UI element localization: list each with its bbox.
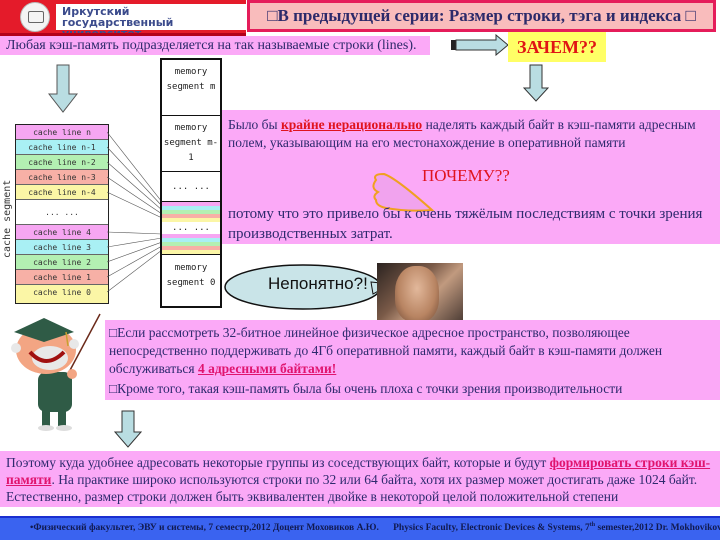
mapping-line (107, 191, 162, 219)
footer-ru: •Физический факультет, ЭВУ и системы, 7 … (30, 523, 379, 534)
memory-stripe (162, 250, 220, 254)
cache-line: cache line n-2 (16, 155, 108, 170)
memory-segment-0: memory segment 0 (162, 254, 220, 306)
memory-segment-label: memory segment m-1 (163, 123, 219, 163)
cache-line: cache line n-4 (16, 185, 108, 200)
cache-segment-label: cache segment (2, 179, 13, 258)
speech-bubble-text: Непонятно?! (268, 274, 368, 293)
arrow-right-icon (451, 34, 509, 56)
memory-column: memory segment m memory segment m-1 ... … (160, 58, 222, 308)
mapping-lines (107, 131, 162, 293)
text: □Если рассмотреть 32-битное линейное физ… (109, 325, 663, 376)
professor-icon (11, 313, 101, 431)
mapping-line (107, 161, 162, 211)
highlight-4-address-bytes: 4 адресными байтами! (197, 361, 337, 376)
arrow-down-icon (114, 410, 142, 448)
memory-ellipsis: ... ... (162, 172, 220, 202)
pochemu-text: ПОЧЕМУ?? (422, 166, 510, 185)
cache-line-ellipsis: ... ... (16, 200, 108, 225)
mapping-line (107, 131, 162, 203)
conclusion-text: Поэтому куда удобнее адресовать некоторы… (6, 454, 714, 505)
mapping-line (107, 245, 162, 278)
slide-title-box: □В предыдущей серии: Размер строки, тэга… (247, 0, 716, 32)
memory-segment-label: memory segment m (166, 67, 216, 92)
explanation-box: Было бы крайне нерационально наделять ка… (222, 110, 720, 244)
cache-line: cache line 2 (16, 255, 108, 270)
zachem-box: ЗАЧЕМ?? (508, 32, 606, 62)
explanation-paragraph-1: Было бы крайне нерационально наделять ка… (228, 116, 716, 152)
intro-box: Любая кэш-память подразделяется на так н… (0, 36, 430, 55)
person-face (395, 266, 439, 322)
box2-paragraph-1: □Если рассмотреть 32-битное линейное физ… (109, 324, 719, 378)
memory-segment-m: memory segment m (162, 60, 220, 116)
footer-en-tail: semester,2012 Dr. Mokhovikov (595, 523, 720, 534)
memory-stripe (162, 218, 220, 222)
memory-segment-m-1: memory segment m-1 (162, 116, 220, 172)
cache-line: cache line n-3 (16, 170, 108, 185)
address-space-box: □Если рассмотреть 32-битное линейное физ… (105, 320, 720, 400)
intro-text: Любая кэш-память подразделяется на так н… (6, 38, 417, 53)
text: . На практике широко используются строки… (6, 472, 698, 504)
university-name-box: Иркутский государственный университет (56, 4, 246, 39)
conclusion-box: Поэтому куда удобнее адресовать некоторы… (0, 451, 720, 507)
text: Поэтому куда удобнее адресовать некоторы… (6, 455, 550, 470)
cache-line: cache line 1 (16, 270, 108, 285)
footer-en: Physics Faculty, Electronic Devices & Sy… (393, 523, 590, 534)
cache-line: cache line n-1 (16, 140, 108, 155)
cache-line: cache line n (16, 125, 108, 140)
footer-bar: •Физический факультет, ЭВУ и системы, 7 … (0, 516, 720, 540)
mapping-line (107, 249, 162, 293)
mapping-line (107, 231, 162, 235)
footer-text: •Физический факультет, ЭВУ и системы, 7 … (30, 522, 720, 533)
mapping-line (107, 237, 162, 248)
memory-middle-ellipsis: ... ... (172, 223, 210, 233)
cache-line: cache line 4 (16, 225, 108, 240)
memory-segment-label: memory segment 0 (166, 263, 216, 288)
text: Было бы (228, 117, 281, 132)
slide-title: □В предыдущей серии: Размер строки, тэга… (267, 6, 696, 25)
zachem-text: ЗАЧЕМ?? (517, 37, 597, 57)
mapping-line (107, 176, 162, 215)
arrow-down-icon (523, 64, 549, 102)
cache-line: cache line 3 (16, 240, 108, 255)
explanation-paragraph-2: потому что это привело бы к очень тяжёлы… (228, 206, 703, 242)
mapping-line (107, 241, 162, 263)
mapping-line (107, 146, 162, 207)
cache-line: cache line 0 (16, 285, 108, 303)
arrow-down-icon (48, 64, 78, 113)
box2-paragraph-2: □Кроме того, такая кэш-память была бы оч… (109, 381, 623, 396)
cache-segment: cache line n cache line n-1 cache line n… (15, 124, 109, 304)
university-emblem-icon (20, 2, 50, 32)
highlight-irrational: крайне нерационально (281, 117, 423, 132)
